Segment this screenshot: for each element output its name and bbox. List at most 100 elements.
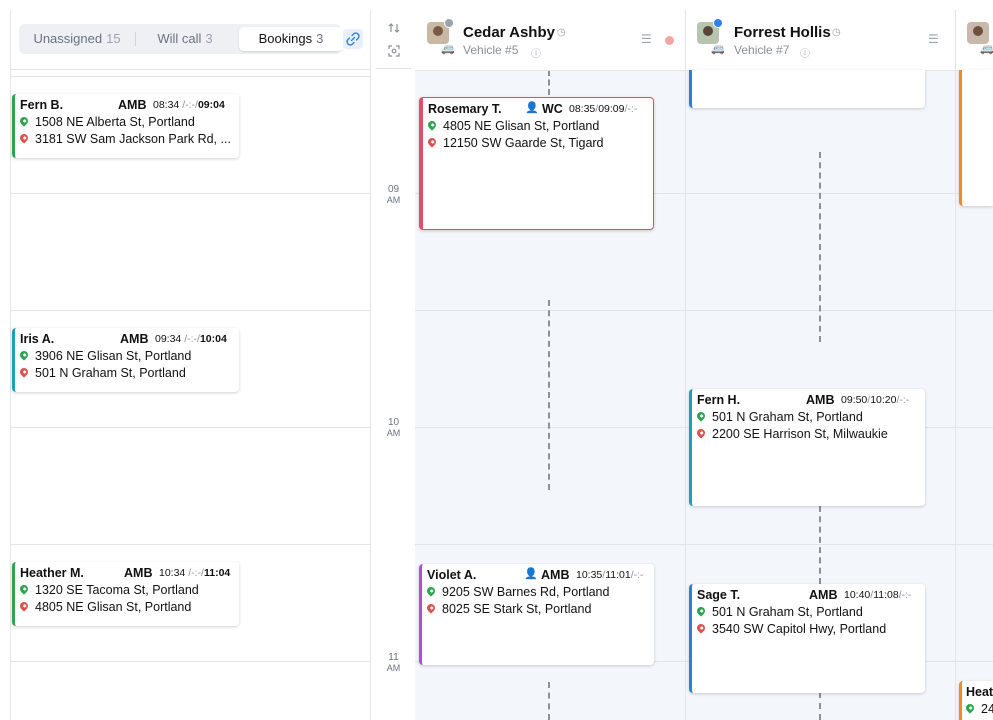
pickup-pin-icon	[18, 115, 30, 127]
column-divider	[955, 10, 956, 720]
clock-icon: ◷	[832, 27, 841, 38]
dropoff-pin-icon	[695, 622, 707, 634]
rider-name: Heather M.	[20, 566, 84, 580]
trip-card[interactable]: Rosemary T. 👤 WC 08:35/09:09/-:- 4805 NE…	[419, 97, 654, 230]
pickup-address: 24	[964, 702, 993, 716]
driver-column-header[interactable]: 🚐 Forrest Hollis ◷ Vehicle #7 ⓘ ☰	[686, 10, 955, 71]
clock-icon: ◷	[557, 27, 566, 38]
trip-card[interactable]	[959, 70, 993, 206]
tab-count: 3	[316, 31, 324, 46]
pickup-address: 501 N Graham St, Portland	[695, 410, 863, 424]
rider-name: Sage T.	[697, 588, 741, 602]
dropoff-address: 4805 NE Glisan St, Portland	[18, 600, 191, 614]
pickup-pin-icon	[425, 585, 437, 597]
sort-arrows-icon[interactable]	[387, 21, 401, 35]
status-dot	[713, 18, 723, 28]
trip-card[interactable]: Violet A. 👤 AMB 10:35/11:01/-:- 9205 SW …	[419, 564, 654, 665]
link-button[interactable]	[343, 29, 363, 49]
pickup-pin-icon	[695, 605, 707, 617]
trip-card[interactable]: Heat 24	[959, 681, 993, 720]
booking-card[interactable]: Heather M. AMB 10:34 /-:-/11:04 1320 SE …	[12, 562, 239, 626]
trip-times: 08:35/09:09/-:-	[569, 103, 638, 115]
driver-column-header[interactable]: 🚐	[956, 10, 993, 71]
pickup-address: 1508 NE Alberta St, Portland	[18, 115, 195, 129]
trip-type: AMB	[120, 332, 149, 346]
dropoff-address: 8025 SE Stark St, Portland	[425, 602, 591, 616]
vehicle-icon: 🚐	[441, 43, 455, 55]
pickup-address: 9205 SW Barnes Rd, Portland	[425, 585, 609, 599]
person-icon: 👤	[525, 102, 539, 114]
hour-label: 09 AM	[386, 184, 401, 206]
route-connector	[548, 682, 550, 720]
driver-name: Cedar Ashby	[463, 24, 555, 41]
trip-times: 08:34 /-:-/09:04	[153, 99, 225, 111]
pickup-pin-icon	[426, 119, 438, 131]
trip-card[interactable]	[689, 70, 925, 108]
hour-label: 11 AM	[386, 652, 401, 674]
hour-label: 10 AM	[386, 417, 401, 439]
row-divider	[11, 427, 371, 428]
rider-name: Fern H.	[697, 393, 741, 407]
tab-bookings[interactable]: Bookings 3	[239, 27, 343, 51]
bookings-panel: Unassigned 15 Will call 3 Bookings 3 Fern B…	[10, 10, 371, 720]
dropoff-pin-icon	[18, 132, 30, 144]
booking-card[interactable]: Iris A. AMB 09:34 /-:-/10:04 3906 NE Gli…	[12, 328, 239, 392]
dropoff-address: 12150 SW Gaarde St, Tigard	[426, 136, 604, 150]
tab-label: Unassigned	[33, 31, 103, 46]
info-icon: ⓘ	[531, 49, 541, 60]
route-connector	[548, 70, 550, 95]
vehicle-icon: 🚐	[711, 43, 725, 55]
tab-count: 15	[106, 31, 121, 46]
list-menu-icon[interactable]: ☰	[641, 32, 652, 46]
row-divider	[11, 69, 371, 70]
grid-line	[415, 310, 993, 311]
route-connector	[819, 506, 821, 584]
alert-dot	[665, 36, 674, 45]
tab-label: Will call	[157, 31, 202, 46]
driver-avatar	[967, 22, 989, 44]
row-divider	[11, 76, 371, 77]
route-connector	[819, 692, 821, 720]
dropoff-address: 3540 SW Capitol Hwy, Portland	[695, 622, 886, 636]
time-rail: 09 AM 10 AM 11 AM	[370, 10, 417, 720]
tab-label: Bookings	[258, 31, 313, 46]
pickup-pin-icon	[695, 410, 707, 422]
dropoff-pin-icon	[18, 600, 30, 612]
vehicle-name: Vehicle #5	[463, 43, 519, 57]
trip-type: WC	[542, 102, 563, 116]
trip-times: 09:50/10:20/-:-	[841, 394, 910, 406]
dropoff-address: 3181 SW Sam Jackson Park Rd, ...	[18, 132, 231, 146]
vehicle-name: Vehicle #7	[734, 43, 790, 57]
pickup-address: 3906 NE Glisan St, Portland	[18, 349, 191, 363]
list-menu-icon[interactable]: ☰	[928, 32, 939, 46]
vehicle-icon: 🚐	[980, 43, 993, 55]
dropoff-address: 2200 SE Harrison St, Milwaukie	[695, 427, 888, 441]
status-dot	[444, 18, 454, 28]
grid-line	[415, 544, 993, 545]
dropoff-address: 501 N Graham St, Portland	[18, 366, 186, 380]
pickup-pin-icon	[18, 583, 30, 595]
trip-type: AMB	[118, 98, 147, 112]
trip-card[interactable]: Fern H. AMB 09:50/10:20/-:- 501 N Graham…	[689, 389, 925, 506]
dropoff-pin-icon	[18, 366, 30, 378]
pickup-pin-icon	[964, 702, 976, 714]
trip-type: AMB	[809, 588, 838, 602]
trip-times: 09:34 /-:-/10:04	[155, 333, 227, 345]
rider-name: Heat	[966, 685, 993, 699]
focus-icon[interactable]	[387, 44, 401, 58]
rider-name: Rosemary T.	[428, 102, 502, 116]
tab-divider	[135, 32, 136, 46]
link-icon	[346, 32, 360, 46]
tab-will-call[interactable]: Will call 3	[137, 27, 233, 51]
row-divider	[11, 310, 371, 311]
pickup-address: 501 N Graham St, Portland	[695, 605, 863, 619]
route-connector	[548, 300, 550, 490]
pickup-pin-icon	[18, 349, 30, 361]
driver-column-header[interactable]: 🚐 Cedar Ashby ◷ Vehicle #5 ⓘ ☰	[415, 10, 685, 71]
column-divider	[685, 10, 686, 720]
trip-card[interactable]: Sage T. AMB 10:40/11:08/-:- 501 N Graham…	[689, 584, 925, 693]
dropoff-pin-icon	[426, 136, 438, 148]
rider-name: Fern B.	[20, 98, 64, 112]
tab-unassigned[interactable]: Unassigned 15	[23, 27, 131, 51]
booking-card[interactable]: Fern B. AMB 08:34 /-:-/09:04 1508 NE Alb…	[12, 94, 239, 158]
